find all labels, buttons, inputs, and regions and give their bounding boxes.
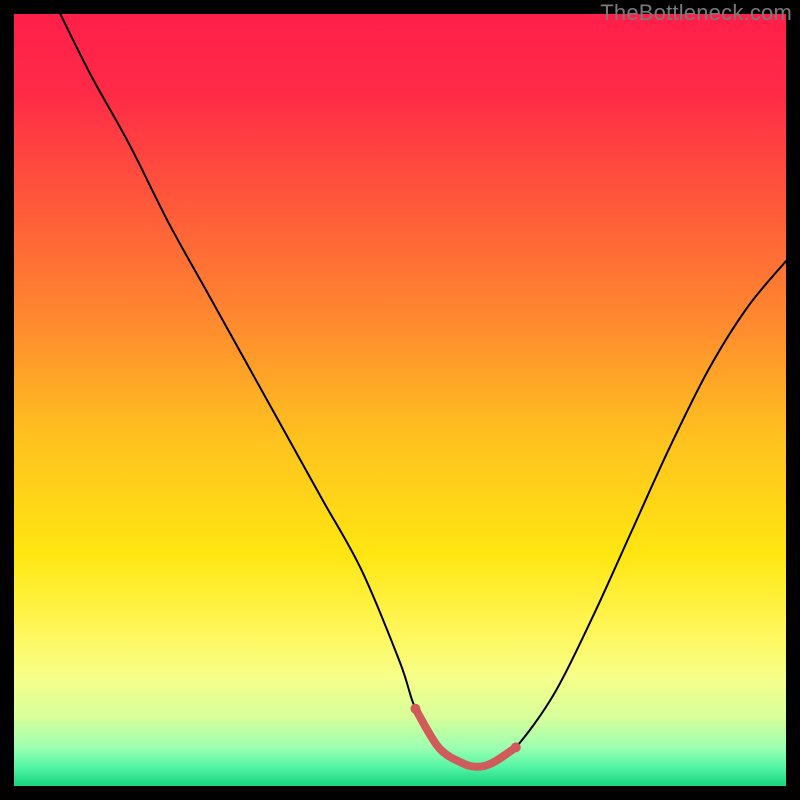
optimal-zone-curve (415, 709, 515, 767)
optimal-zone-start-dot (410, 704, 420, 714)
plot-area (14, 14, 786, 786)
chart-svg (14, 14, 786, 786)
chart-stage: TheBottleneck.com (0, 0, 800, 800)
bottleneck-curve (60, 14, 786, 767)
attribution-text: TheBottleneck.com (600, 0, 792, 26)
optimal-zone-end-dot (511, 742, 521, 752)
